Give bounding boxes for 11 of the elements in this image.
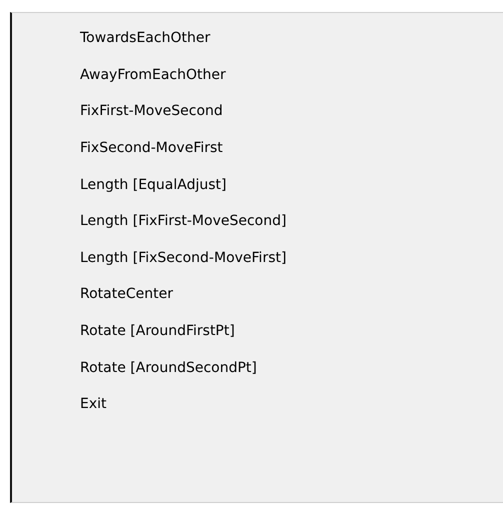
menu-item[interactable]: Length [FixFirst-MoveSecond] [12,202,503,240]
menu-item[interactable]: RotateCenter [12,276,503,313]
menu-item[interactable]: FixFirst-MoveSecond [12,93,503,130]
menu-item[interactable]: AwayFromEachOther [12,56,503,94]
menu-item[interactable]: Length [EqualAdjust] [12,166,503,203]
menu-item[interactable]: Rotate [AroundFirstPt] [12,312,503,350]
menu-item[interactable]: Length [FixSecond-MoveFirst] [12,240,503,276]
menu-item[interactable]: TowardsEachOther [12,20,503,57]
menu-item[interactable]: FixSecond-MoveFirst [12,130,503,166]
menu-item[interactable]: Rotate [AroundSecondPt] [12,349,503,386]
menu-item[interactable]: Exit [12,386,503,423]
